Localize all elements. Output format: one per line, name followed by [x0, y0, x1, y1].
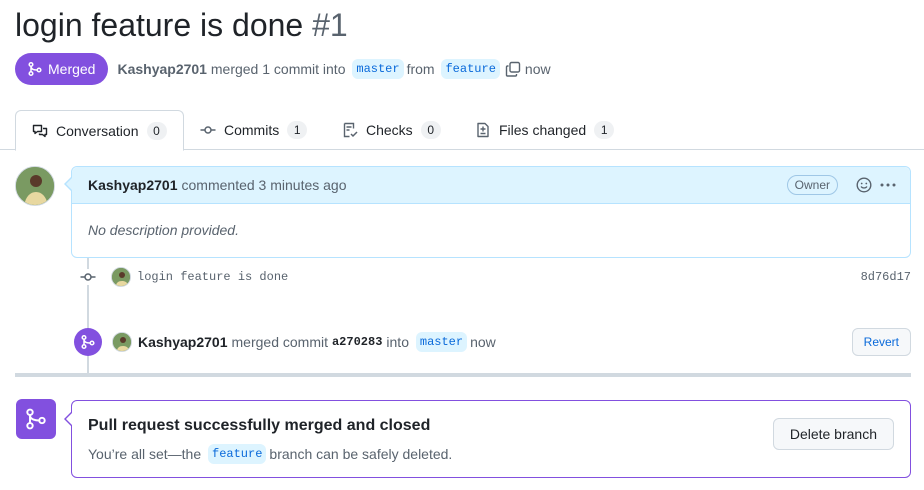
commit-message-link[interactable]: login feature is done [137, 270, 288, 284]
merge-status-box: Pull request successfully merged and clo… [71, 400, 911, 478]
tab-commits-label: Commits [224, 122, 280, 138]
comment-body: No description provided. [88, 222, 239, 238]
merge-time: now [470, 334, 496, 350]
pr-title-text: login feature is done [15, 7, 304, 43]
pr-time: now [524, 61, 551, 77]
merge-box-branch[interactable]: feature [208, 444, 267, 464]
tab-files-changed[interactable]: Files changed 1 [475, 110, 615, 150]
smiley-icon[interactable] [856, 177, 872, 193]
comment-header: Kashyap2701 commented 3 minutes ago Owne… [72, 167, 910, 204]
head-branch-link[interactable]: feature [441, 59, 500, 79]
pr-number: #1 [312, 7, 348, 43]
merge-sub-after: branch can be safely deleted. [269, 446, 453, 462]
owner-badge: Owner [786, 175, 838, 195]
merged-text: merged 1 commit into [210, 61, 346, 77]
tab-checks[interactable]: Checks 0 [342, 110, 441, 150]
tab-files-changed-count: 1 [594, 121, 615, 139]
avatar[interactable] [15, 166, 55, 206]
kebab-horizontal-icon[interactable] [878, 177, 898, 193]
merge-event: Kashyap2701 merged commit a270283 into m… [74, 327, 911, 357]
pr-meta: Merged Kashyap2701 merged 1 commit into … [15, 53, 551, 85]
merge-status-title: Pull request successfully merged and clo… [88, 417, 431, 434]
commit-sha-link[interactable]: 8d76d17 [861, 270, 911, 284]
tab-checks-label: Checks [366, 122, 413, 138]
tab-commits[interactable]: Commits 1 [200, 110, 308, 150]
base-branch-link[interactable]: master [352, 59, 404, 79]
comment-arrow-inner [66, 177, 73, 191]
merge-branch-link[interactable]: master [415, 332, 468, 352]
pr-author-link[interactable]: Kashyap2701 [117, 61, 207, 77]
from-text: from [406, 61, 435, 77]
file-diff-icon [477, 122, 489, 138]
timeline-divider [15, 373, 911, 377]
comment-discussion-icon [32, 124, 48, 137]
tab-conversation-count: 0 [146, 121, 167, 140]
merge-sha-link[interactable]: a270283 [332, 335, 382, 349]
git-commit-icon [80, 269, 96, 285]
merge-status-subtitle: You’re all set—the feature branch can be… [88, 444, 452, 464]
comment-author-link[interactable]: Kashyap2701 [88, 177, 178, 193]
git-merge-icon [16, 399, 56, 439]
comment-action: commented 3 minutes ago [181, 177, 347, 193]
merged-state-badge: Merged [15, 53, 109, 85]
tab-files-changed-label: Files changed [499, 122, 587, 138]
tab-conversation[interactable]: Conversation 0 [15, 110, 184, 151]
merge-action: merged commit [231, 334, 328, 350]
merge-author-link[interactable]: Kashyap2701 [138, 334, 228, 350]
comment-box: Kashyap2701 commented 3 minutes ago Owne… [71, 166, 911, 258]
git-commit-icon [200, 126, 216, 134]
revert-button[interactable]: Revert [851, 328, 911, 356]
commit-avatar[interactable] [111, 267, 131, 287]
merge-into: into [386, 334, 409, 350]
delete-branch-button[interactable]: Delete branch [772, 418, 894, 450]
merge-box-arrow-inner [66, 412, 73, 426]
tab-commits-count: 1 [287, 121, 308, 139]
tab-checks-count: 0 [420, 121, 441, 139]
tab-conversation-label: Conversation [56, 122, 139, 139]
merge-sub-before: You’re all set—the [88, 446, 202, 462]
pr-tabs: Conversation 0 Commits 1 Checks 0 Files … [0, 110, 924, 151]
merged-state-label: Merged [48, 61, 96, 77]
git-merge-icon [74, 328, 102, 356]
pr-title: login feature is done #1 [15, 4, 348, 46]
copy-icon[interactable] [505, 61, 521, 77]
commit-row: login feature is done 8d76d17 [80, 266, 911, 288]
merge-avatar[interactable] [112, 332, 132, 352]
checklist-icon [343, 122, 358, 138]
git-merge-icon [28, 61, 42, 77]
